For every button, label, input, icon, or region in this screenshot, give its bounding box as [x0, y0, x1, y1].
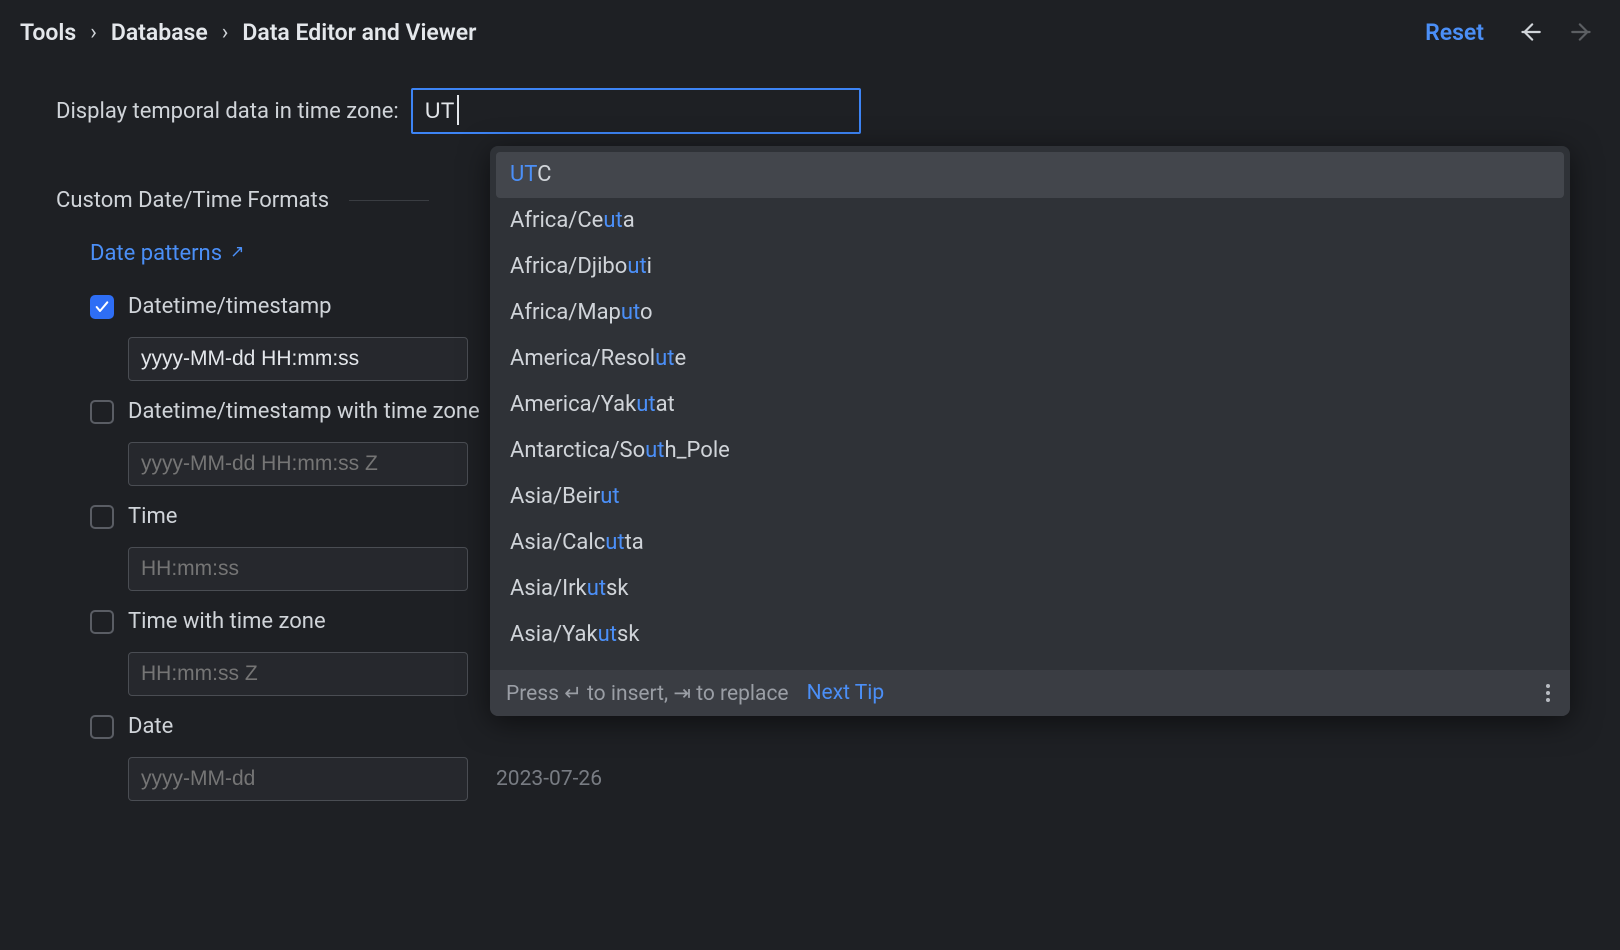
- format-label: Date: [128, 714, 173, 739]
- autocomplete-popup: UTCAfrica/CeutaAfrica/DjiboutiAfrica/Map…: [490, 146, 1570, 716]
- autocomplete-item[interactable]: Asia/Calcutta: [496, 520, 1564, 566]
- external-link-icon: ↗: [230, 244, 244, 261]
- autocomplete-item[interactable]: America/Resolute: [496, 336, 1564, 382]
- format-example: 2023-07-26: [496, 767, 602, 791]
- format-block-date: Date 2023-07-26: [90, 714, 1564, 801]
- autocomplete-item[interactable]: Antarctica/South_Pole: [496, 428, 1564, 474]
- autocomplete-item[interactable]: Asia/Beirut: [496, 474, 1564, 520]
- format-input-date[interactable]: [128, 757, 468, 801]
- section-title: Custom Date/Time Formats: [56, 188, 329, 213]
- format-label: Datetime/timestamp: [128, 294, 332, 319]
- autocomplete-footer: Press ↵ to insert, ⇥ to replace Next Tip: [490, 670, 1570, 716]
- breadcrumb: Tools › Database › Data Editor and Viewe…: [20, 19, 1417, 46]
- divider: [349, 200, 429, 201]
- format-input-time[interactable]: [128, 547, 468, 591]
- autocomplete-item[interactable]: UTC: [496, 152, 1564, 198]
- next-tip-link[interactable]: Next Tip: [807, 681, 885, 705]
- format-label: Datetime/timestamp with time zone: [128, 399, 480, 424]
- autocomplete-item[interactable]: America/Yakutat: [496, 382, 1564, 428]
- breadcrumb-item-database[interactable]: Database: [111, 19, 208, 46]
- more-icon[interactable]: [1542, 680, 1554, 706]
- header-bar: Tools › Database › Data Editor and Viewe…: [0, 0, 1620, 64]
- chevron-right-icon: ›: [222, 20, 229, 45]
- enter-key-icon: ↵: [564, 682, 582, 706]
- checkbox-datetime[interactable]: [90, 295, 114, 319]
- format-label: Time: [128, 504, 177, 529]
- checkbox-date[interactable]: [90, 715, 114, 739]
- forward-button: [1568, 18, 1596, 46]
- timezone-label: Display temporal data in time zone:: [56, 99, 399, 124]
- timezone-row: Display temporal data in time zone:: [56, 88, 1564, 134]
- format-input-time_tz[interactable]: [128, 652, 468, 696]
- nav-arrows: [1516, 18, 1596, 46]
- format-input-datetime_tz[interactable]: [128, 442, 468, 486]
- autocomplete-item[interactable]: Atlantic/South_Georgia: [496, 658, 1564, 670]
- timezone-input[interactable]: [411, 88, 861, 134]
- back-button[interactable]: [1516, 18, 1544, 46]
- breadcrumb-item-current: Data Editor and Viewer: [242, 19, 476, 46]
- format-label: Time with time zone: [128, 609, 326, 634]
- tab-key-icon: ⇥: [673, 682, 691, 706]
- footer-hint: Press ↵ to insert, ⇥ to replace: [506, 681, 789, 706]
- autocomplete-item[interactable]: Africa/Ceuta: [496, 198, 1564, 244]
- format-head: Date: [90, 714, 1564, 739]
- autocomplete-list: UTCAfrica/CeutaAfrica/DjiboutiAfrica/Map…: [490, 146, 1570, 670]
- checkbox-time[interactable]: [90, 505, 114, 529]
- format-input-datetime[interactable]: [128, 337, 468, 381]
- autocomplete-item[interactable]: Asia/Irkutsk: [496, 566, 1564, 612]
- reset-button[interactable]: Reset: [1425, 19, 1484, 46]
- checkbox-datetime_tz[interactable]: [90, 400, 114, 424]
- breadcrumb-item-tools[interactable]: Tools: [20, 19, 76, 46]
- autocomplete-item[interactable]: Africa/Maputo: [496, 290, 1564, 336]
- checkbox-time_tz[interactable]: [90, 610, 114, 634]
- date-patterns-link[interactable]: Date patterns ↗: [90, 241, 244, 266]
- autocomplete-item[interactable]: Africa/Djibouti: [496, 244, 1564, 290]
- chevron-right-icon: ›: [90, 20, 97, 45]
- link-label: Date patterns: [90, 241, 222, 266]
- timezone-field: [411, 88, 861, 134]
- text-caret: [457, 95, 459, 125]
- autocomplete-item[interactable]: Asia/Yakutsk: [496, 612, 1564, 658]
- format-body: 2023-07-26: [90, 757, 1564, 801]
